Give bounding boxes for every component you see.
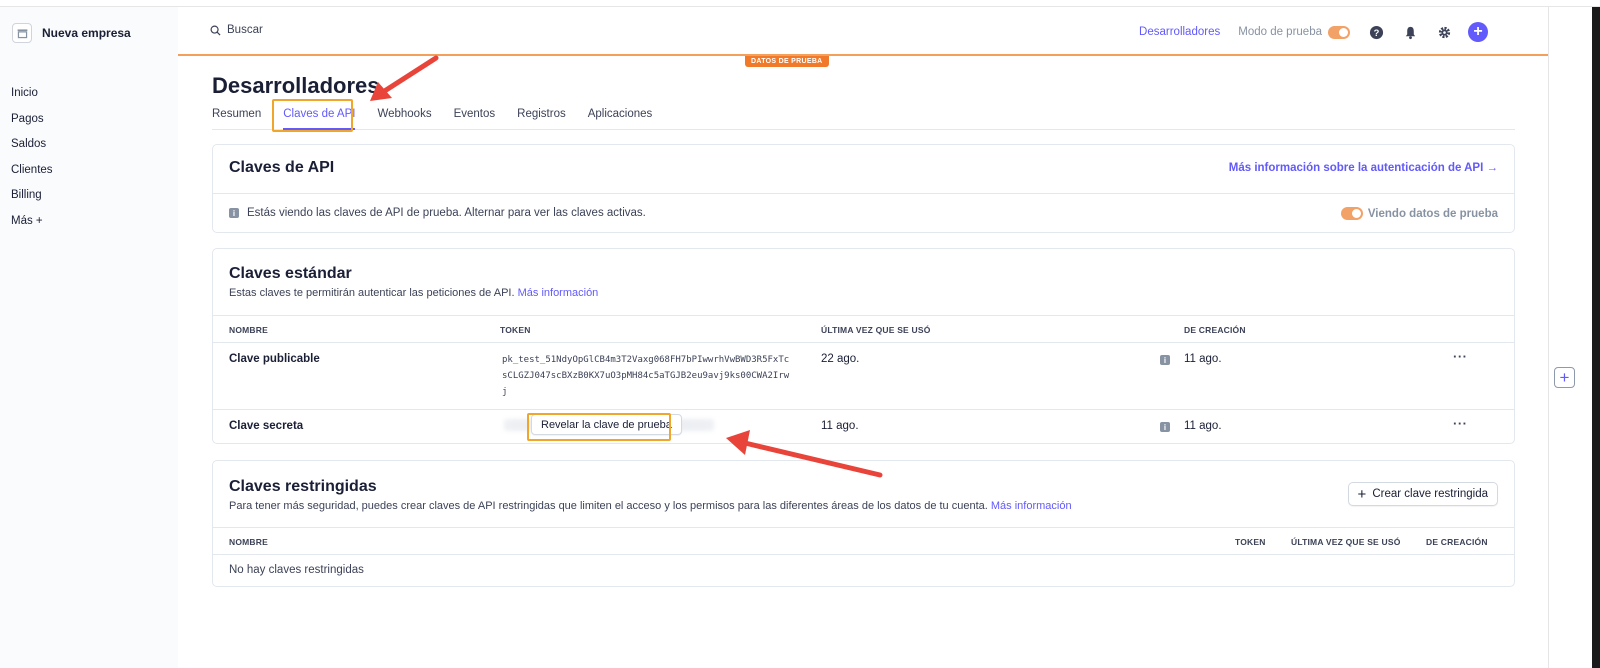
restricted-keys-subtitle: Para tener más seguridad, puedes crear c… [229,500,1072,512]
sidebar: Nueva empresa Inicio Pagos Saldos Client… [0,7,178,668]
plus-icon: + [1357,485,1367,503]
restricted-keys-card: Claves restringidas Para tener más segur… [212,460,1515,587]
help-icon[interactable]: ? [1368,24,1384,40]
test-mode-toggle[interactable] [1328,25,1350,39]
secret-key-name: Clave secreta [229,420,304,432]
standard-keys-title: Claves estándar [229,265,352,282]
store-icon [12,23,32,43]
window-edge [1592,7,1600,668]
search-placeholder: Buscar [227,24,263,36]
tab-eventos[interactable]: Eventos [454,104,496,129]
standard-keys-card: Claves estándar Estas claves te permitir… [212,248,1515,444]
table-row-publishable: Clave publicable pk_test_51NdyOpGlCB4m3T… [213,343,1514,410]
tab-aplicaciones[interactable]: Aplicaciones [588,104,653,129]
secret-last-used: 11 ago. [821,420,859,432]
gear-icon[interactable] [1436,24,1452,40]
view-test-label: Viendo datos de prueba [1367,207,1498,220]
test-mode-label: Modo de prueba [1238,26,1322,38]
bell-icon[interactable] [1402,24,1418,40]
col-created: DE CREACIÓN [1426,537,1488,547]
restricted-keys-title: Claves restringidas [229,478,377,495]
tab-webhooks[interactable]: Webhooks [377,104,431,129]
more-actions-icon[interactable]: ··· [1453,349,1468,364]
standard-keys-more-link[interactable]: Más información [518,287,599,299]
rail-add-icon[interactable]: + [1554,367,1575,388]
right-rail: + [1548,7,1600,668]
tab-highlight-box [272,99,353,132]
tab-registros[interactable]: Registros [517,104,566,129]
tab-resumen[interactable]: Resumen [212,104,261,129]
col-name: NOMBRE [229,537,268,547]
col-last-used: ÚLTIMA VEZ QUE SE USÓ [1291,537,1401,547]
sidebar-item-billing[interactable]: Billing [11,183,53,209]
info-icon[interactable]: i [1160,422,1170,432]
restricted-keys-table-header: NOMBRE TOKEN ÚLTIMA VEZ QUE SE USÓ DE CR… [213,527,1514,555]
company-name: Nueva empresa [42,26,131,40]
publishable-last-used: 22 ago. [821,353,860,365]
divider [213,193,1514,194]
view-test-toggle-switch[interactable] [1340,207,1363,220]
col-token: TOKEN [500,325,531,335]
create-restricted-key-button[interactable]: + Crear clave restringida [1347,482,1498,506]
secret-created: 11 ago. [1184,420,1222,432]
developers-link[interactable]: Desarrolladores [1139,26,1220,38]
test-data-badge: DATOS DE PRUEBA [745,56,829,67]
plus-icon[interactable]: + [1468,22,1488,42]
col-name: NOMBRE [229,325,268,335]
sidebar-item-clientes[interactable]: Clientes [11,158,53,184]
publishable-key-token[interactable]: pk_test_51NdyOpGlCB4m3T2Vaxg068FH7bPIwwr… [502,352,792,400]
window-top-edge [0,0,1600,7]
info-icon[interactable]: i [1160,355,1170,365]
reveal-highlight-box [527,413,671,441]
top-header: Buscar Desarrolladores Modo de prueba ? … [178,7,1548,56]
table-row-secret: Clave secreta Revelar la clave de prueba… [213,410,1514,444]
test-keys-info: i Estás viendo las claves de API de prue… [229,207,646,219]
col-last-used: ÚLTIMA VEZ QUE SE USÓ [821,325,931,335]
svg-text:?: ? [1373,27,1379,37]
create-restricted-key-label: Crear clave restringida [1372,488,1488,500]
search-icon [210,25,221,36]
col-created: DE CREACIÓN [1184,325,1246,335]
sidebar-item-pagos[interactable]: Pagos [11,107,53,133]
publishable-key-name: Clave publicable [229,353,320,365]
page-title: Desarrolladores [212,73,380,98]
company-switcher[interactable]: Nueva empresa [12,23,131,43]
sidebar-item-saldos[interactable]: Saldos [11,132,53,158]
search-input[interactable]: Buscar [210,24,263,36]
standard-keys-table-header: NOMBRE TOKEN ÚLTIMA VEZ QUE SE USÓ DE CR… [213,315,1514,343]
arrow-to-tab [370,55,439,101]
more-actions-icon[interactable]: ··· [1453,416,1468,431]
sidebar-item-inicio[interactable]: Inicio [11,81,53,107]
sidebar-nav: Inicio Pagos Saldos Clientes Billing Más… [11,81,53,234]
api-keys-title: Claves de API [229,159,335,176]
restricted-keys-subtitle-text: Para tener más seguridad, puedes crear c… [229,500,988,512]
sidebar-item-mas[interactable]: Más + [11,209,53,235]
standard-keys-subtitle: Estas claves te permitirán autenticar la… [229,287,598,299]
api-keys-card: Claves de API Más información sobre la a… [212,144,1515,233]
col-token: TOKEN [1235,537,1266,547]
info-icon: i [229,208,239,218]
restricted-keys-more-link[interactable]: Más información [991,500,1072,512]
no-restricted-keys-text: No hay claves restringidas [229,564,364,576]
api-auth-link[interactable]: Más información sobre la autenticación d… [1229,162,1498,174]
test-keys-info-text: Estás viendo las claves de API de prueba… [247,207,646,219]
standard-keys-subtitle-text: Estas claves te permitirán autenticar la… [229,287,515,299]
publishable-created: 11 ago. [1184,353,1222,365]
view-test-data-toggle[interactable]: Viendo datos de prueba [1340,207,1498,220]
tab-bar: Resumen Claves de API Webhooks Eventos R… [212,104,1515,130]
header-actions: Desarrolladores Modo de prueba ? + [1139,20,1488,44]
